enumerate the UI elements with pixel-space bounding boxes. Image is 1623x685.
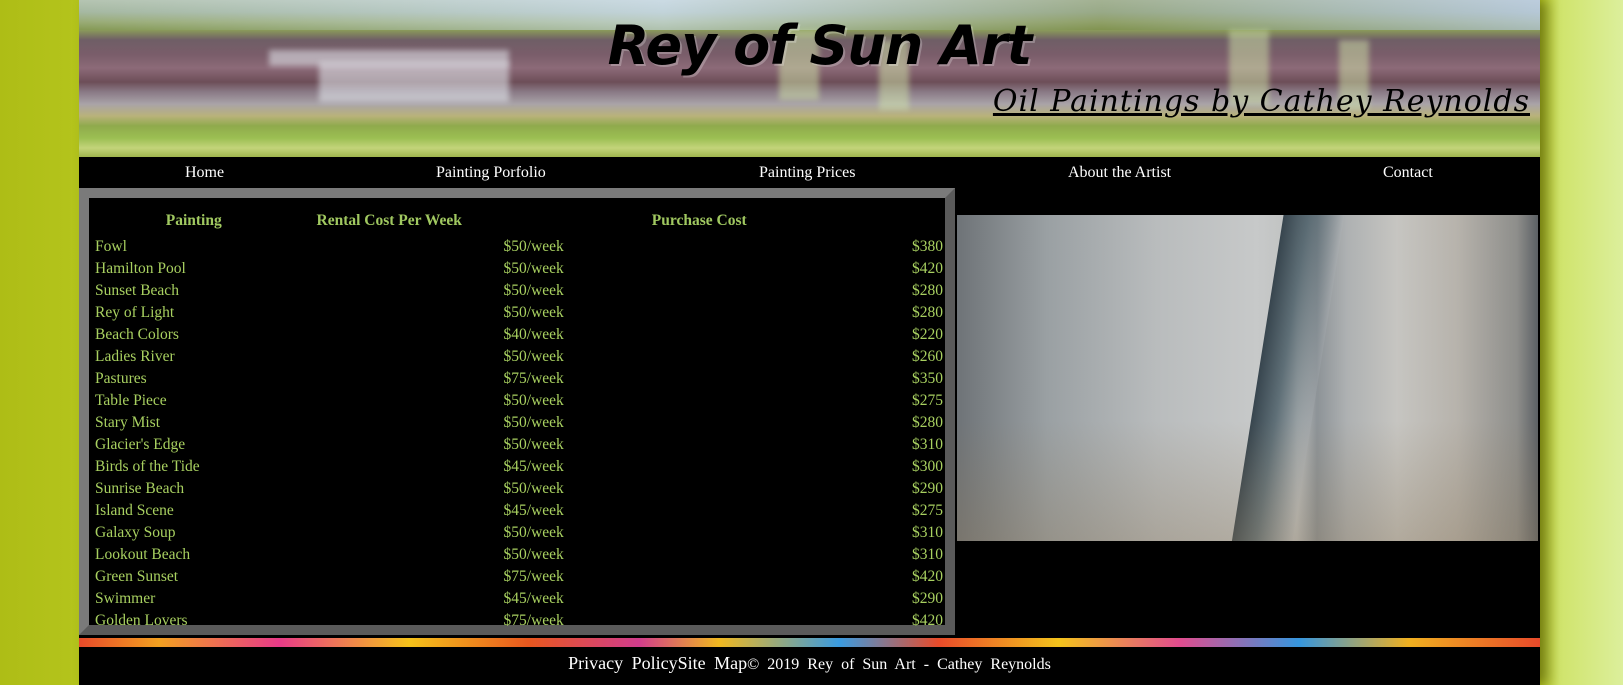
purchase-cost: $310 [912,524,943,541]
main-nav: Home Painting Porfolio Painting Prices A… [79,157,1540,187]
painting-name: Sunrise Beach [95,480,185,497]
site-subtitle: Oil Paintings by Cathey Reynolds [992,84,1530,119]
purchase-cost: $290 [912,480,943,497]
purchase-cost: $260 [912,348,943,365]
footer-color-strip [79,638,1540,647]
table-row: Swimmer $45/week $290 [93,588,943,610]
rental-cost: $75/week [503,370,564,387]
footer: Privacy PolicySite Map© 2019 Rey of Sun … [79,647,1540,685]
purchase-cost: $280 [912,282,943,299]
rental-cost: $50/week [503,238,564,255]
painting-name: Swimmer [95,590,156,607]
purchase-cost: $310 [912,546,943,563]
painting-name: Birds of the Tide [95,458,200,475]
purchase-cost: $290 [912,590,943,607]
table-row: Sunset Beach $50/week $280 [93,280,943,302]
table-row: Green Sunset $75/week $420 [93,566,943,588]
rental-cost: $50/week [503,480,564,497]
table-row: Birds of the Tide $45/week $300 [93,456,943,478]
rental-cost: $50/week [503,282,564,299]
rental-cost: $50/week [503,392,564,409]
page-container: Rey of Sun Art Oil Paintings by Cathey R… [79,0,1540,685]
table-row: Beach Colors $40/week $220 [93,324,943,346]
table-row: Table Piece $50/week $275 [93,390,943,412]
header-purchase-cost: Purchase Cost [651,212,747,229]
nav-home[interactable]: Home [185,164,224,182]
rental-cost: $75/week [503,612,564,629]
rental-cost: $50/week [503,348,564,365]
header-painting: Painting [165,212,222,229]
purchase-cost: $220 [912,326,943,343]
nav-painting-portfolio[interactable]: Painting Porfolio [436,164,546,182]
purchase-cost: $350 [912,370,943,387]
rental-cost: $45/week [503,502,564,519]
rental-cost: $75/week [503,568,564,585]
rental-cost: $50/week [503,260,564,277]
purchase-cost: $380 [912,238,943,255]
rental-cost: $50/week [503,304,564,321]
photo-blur [957,421,1538,541]
header-banner: Rey of Sun Art Oil Paintings by Cathey R… [79,0,1540,157]
rental-cost: $50/week [503,524,564,541]
header-rental-cost: Rental Cost Per Week [316,212,462,229]
rental-cost: $45/week [503,458,564,475]
painting-name: Table Piece [95,392,167,409]
painting-name: Galaxy Soup [95,524,176,541]
painting-name: Lookout Beach [95,546,191,563]
purchase-cost: $420 [912,260,943,277]
painting-name: Hamilton Pool [95,260,186,277]
table-row: Hamilton Pool $50/week $420 [93,258,943,280]
rental-cost: $45/week [503,590,564,607]
table-row: Galaxy Soup $50/week $310 [93,522,943,544]
rental-cost: $50/week [503,414,564,431]
table-row: Fowl $50/week $380 [93,236,943,258]
painting-name: Beach Colors [95,326,179,343]
painting-name: Glacier's Edge [95,436,186,453]
painting-name: Sunset Beach [95,282,179,299]
painting-name: Fowl [95,238,127,255]
nav-painting-prices[interactable]: Painting Prices [759,164,855,182]
painting-name: Ladies River [95,348,175,365]
rental-cost: $50/week [503,546,564,563]
price-table-body: Fowl $50/week $380 Hamilton Pool $50/week $42… [93,236,943,632]
rental-cost: $50/week [503,436,564,453]
nav-contact[interactable]: Contact [1383,164,1433,182]
purchase-cost: $420 [912,568,943,585]
painting-name: Green Sunset [95,568,179,585]
purchase-cost: $420 [912,612,943,629]
table-row: Rey of Light $50/week $280 [93,302,943,324]
purchase-cost: $275 [912,502,943,519]
purchase-cost: $275 [912,392,943,409]
artist-painting-photo [957,215,1538,541]
rental-cost: $40/week [503,326,564,343]
copyright-text: © 2019 Rey of Sun Art - Cathey Reynolds [747,656,1051,673]
purchase-cost: $280 [912,304,943,321]
painting-name: Golden Lovers [95,612,188,629]
table-row: Island Scene $45/week $275 [93,500,943,522]
site-title: Rey of Sun Art [607,14,1033,77]
purchase-cost: $300 [912,458,943,475]
painting-name: Stary Mist [95,414,161,431]
painting-name: Island Scene [95,502,174,519]
table-row: Pastures $75/week $350 [93,368,943,390]
purchase-cost: $310 [912,436,943,453]
price-table-panel: Painting Rental Cost Per Week Purchase C… [79,188,955,635]
privacy-policy-link[interactable]: Privacy Policy [568,653,678,673]
table-row: Ladies River $50/week $260 [93,346,943,368]
table-row: Golden Lovers $75/week $420 [93,610,943,632]
painting-name: Rey of Light [95,304,175,321]
table-row: Glacier's Edge $50/week $310 [93,434,943,456]
table-row: Sunrise Beach $50/week $290 [93,478,943,500]
price-table: Painting Rental Cost Per Week Purchase C… [93,206,943,632]
purchase-cost: $280 [912,414,943,431]
site-map-link[interactable]: Site Map [678,653,748,673]
price-table-header-row: Painting Rental Cost Per Week Purchase C… [93,206,943,236]
table-row: Lookout Beach $50/week $310 [93,544,943,566]
nav-about-artist[interactable]: About the Artist [1068,164,1171,182]
painting-name: Pastures [95,370,147,387]
table-row: Stary Mist $50/week $280 [93,412,943,434]
